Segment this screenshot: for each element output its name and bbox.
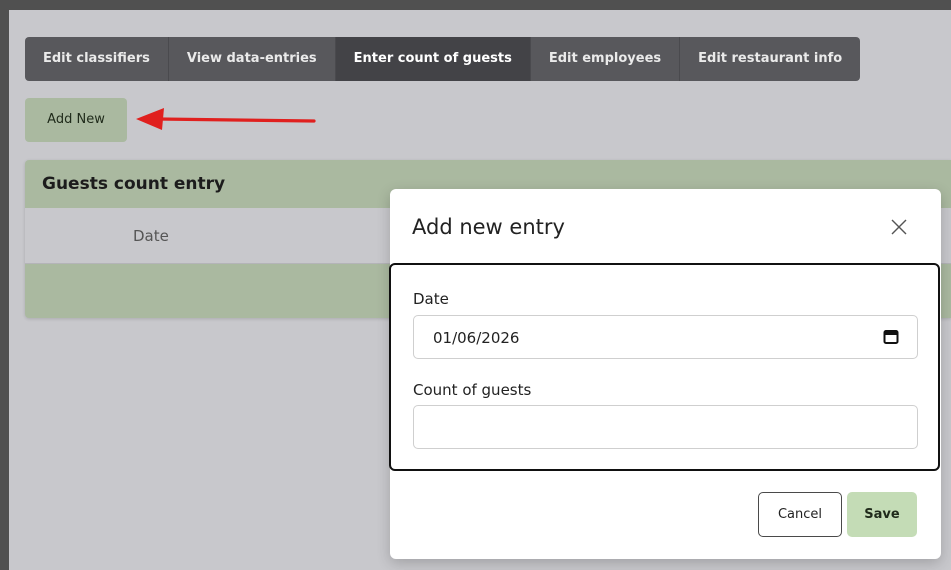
main-nav: Edit classifiers View data-entries Enter…	[25, 37, 861, 81]
nav-tab-enter-count-of-guests[interactable]: Enter count of guests	[335, 37, 531, 81]
nav-tab-view-data-entries[interactable]: View data-entries	[169, 37, 336, 81]
card-title: Guests count entry	[42, 174, 226, 194]
count-of-guests-input[interactable]	[413, 405, 918, 449]
window-frame-top	[0, 0, 951, 10]
cancel-button[interactable]: Cancel	[758, 492, 842, 537]
modal-body: Date 01/06/2026 Count of guests	[389, 263, 940, 471]
arrow-left-icon	[136, 108, 316, 130]
app-window: Edit classifiers View data-entries Enter…	[0, 0, 951, 570]
date-label: Date	[413, 290, 449, 308]
date-value: 01/06/2026	[433, 329, 520, 347]
close-icon[interactable]	[887, 215, 911, 239]
column-header-date: Date	[133, 227, 169, 245]
modal-title: Add new entry	[412, 215, 565, 239]
nav-tab-edit-employees[interactable]: Edit employees	[531, 37, 681, 81]
count-label: Count of guests	[413, 381, 532, 399]
modal-footer: Cancel Save	[390, 471, 941, 559]
add-entry-modal: Add new entry Date 01/06/2026 Count of g…	[389, 189, 941, 559]
nav-tab-edit-restaurant-info[interactable]: Edit restaurant info	[680, 37, 860, 81]
save-button[interactable]: Save	[847, 492, 917, 537]
window-frame-left	[0, 0, 9, 570]
nav-tab-edit-classifiers[interactable]: Edit classifiers	[25, 37, 169, 81]
date-input[interactable]: 01/06/2026	[413, 315, 918, 359]
add-new-button[interactable]: Add New	[25, 98, 127, 142]
calendar-icon[interactable]	[883, 329, 899, 345]
